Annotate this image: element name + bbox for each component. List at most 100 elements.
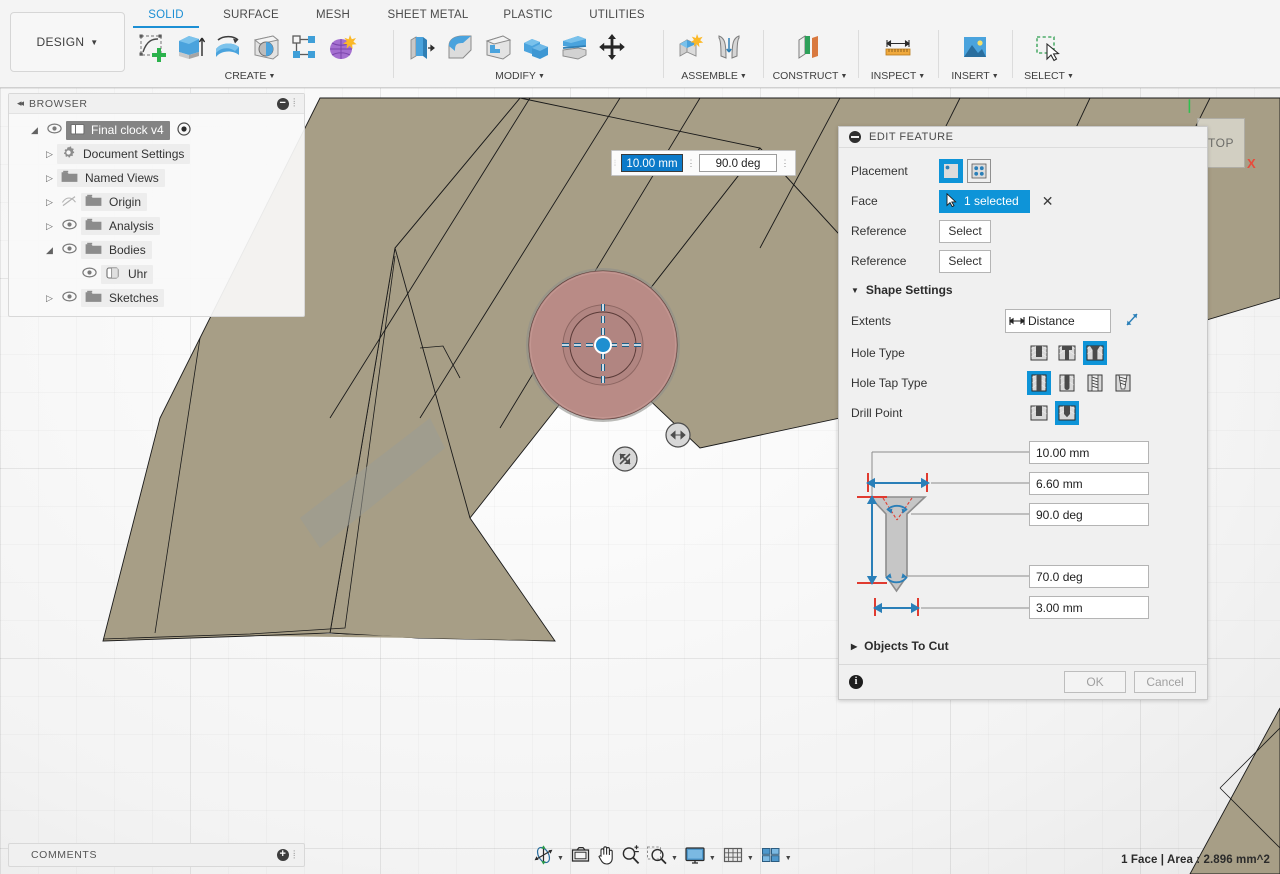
hole-counterbore-button[interactable] [1055, 341, 1079, 365]
tree-item-uhr[interactable]: Uhr [9, 262, 304, 286]
pan-button[interactable] [593, 843, 618, 867]
expander-collapsed-icon[interactable]: ▷ [42, 293, 57, 304]
canvas-dimension-inputs[interactable]: ⦙ 10.00 mm ⋮ 90.0 deg ⋮ [611, 150, 796, 176]
viewports-button[interactable] [758, 843, 784, 867]
reference-1-select-button[interactable]: Select [939, 220, 991, 243]
ok-button[interactable]: OK [1064, 671, 1126, 693]
measure-button[interactable] [879, 26, 917, 68]
drill-point-flat-button[interactable] [1027, 401, 1051, 425]
reference-2-select-button[interactable]: Select [939, 250, 991, 273]
joint-button[interactable] [710, 26, 748, 68]
visibility-eye-icon[interactable] [57, 219, 81, 233]
pattern-button[interactable] [285, 26, 323, 68]
dimension-input-depth[interactable]: 10.00 mm [1029, 441, 1149, 464]
tab-sheet-metal[interactable]: SHEET METAL [376, 6, 480, 24]
canvas-depth-input[interactable]: 10.00 mm [621, 154, 683, 172]
visibility-eye-icon[interactable] [57, 291, 81, 305]
info-icon[interactable]: i [849, 675, 863, 689]
tree-item-document-settings[interactable]: ▷ Document Settings [9, 142, 304, 166]
fillet-button[interactable] [441, 26, 479, 68]
tap-clearance-button[interactable] [1055, 371, 1079, 395]
dimension-input-countersink-diameter[interactable]: 6.60 mm [1029, 472, 1149, 495]
visibility-eye-icon[interactable] [57, 243, 81, 257]
expander-expanded-icon[interactable]: ◢ [27, 125, 42, 136]
split-face-button[interactable] [555, 26, 593, 68]
input-grip[interactable]: ⦙ [614, 158, 621, 169]
display-settings-button[interactable] [682, 843, 708, 867]
revolve-button[interactable] [209, 26, 247, 68]
move-copy-button[interactable] [593, 26, 631, 68]
face-selection-button[interactable]: 1 selected [939, 190, 1030, 213]
visibility-eye-icon[interactable] [42, 123, 66, 137]
hole-simple-button[interactable] [1027, 341, 1051, 365]
chevron-down-icon[interactable]: ▼ [557, 855, 564, 862]
hole-countersink-button[interactable] [1083, 341, 1107, 365]
tab-mesh[interactable]: MESH [306, 6, 360, 24]
tree-item-bodies[interactable]: ◢ Bodies [9, 238, 304, 262]
insert-image-button[interactable] [956, 26, 994, 68]
expander-collapsed-icon[interactable]: ▷ [42, 149, 57, 160]
placement-multiple-points-button[interactable] [967, 159, 991, 183]
flip-direction-icon[interactable] [1123, 311, 1140, 331]
extents-dropdown[interactable]: Distance [1005, 309, 1111, 333]
comments-panel[interactable]: COMMENTS + ⦙ [8, 843, 305, 867]
expander-collapsed-icon[interactable]: ▷ [42, 221, 57, 232]
grid-snaps-button[interactable] [720, 843, 746, 867]
workspace-switcher-button[interactable]: DESIGN ▼ [10, 12, 125, 72]
panel-grip[interactable]: ⦙ [293, 849, 299, 862]
tree-item-analysis[interactable]: ▷ Analysis [9, 214, 304, 238]
combine-button[interactable] [517, 26, 555, 68]
dimension-input-countersink-angle[interactable]: 90.0 deg [1029, 503, 1149, 526]
new-component-button[interactable] [672, 26, 710, 68]
tab-solid[interactable]: SOLID [140, 6, 192, 24]
tree-item-origin[interactable]: ▷ Origin [9, 190, 304, 214]
tab-surface[interactable]: SURFACE [214, 6, 288, 24]
minus-circle-icon[interactable]: − [277, 98, 289, 110]
tree-item-sketches[interactable]: ▷ Sketches [9, 286, 304, 310]
zoom-window-button[interactable] [644, 843, 670, 867]
chevron-down-icon[interactable]: ▼ [709, 855, 716, 862]
press-pull-button[interactable] [403, 26, 441, 68]
tab-utilities[interactable]: UTILITIES [578, 6, 656, 24]
dimension-input-hole-diameter[interactable]: 3.00 mm [1029, 596, 1149, 619]
zoom-button[interactable] [618, 843, 644, 867]
create-sketch-button[interactable] [133, 26, 171, 68]
expander-expanded-icon[interactable]: ◢ [42, 245, 57, 256]
offset-plane-button[interactable] [791, 26, 829, 68]
tab-plastic[interactable]: PLASTIC [495, 6, 561, 24]
visibility-eye-hidden-icon[interactable] [57, 195, 81, 210]
drill-point-angle-button[interactable] [1055, 401, 1079, 425]
vertical-dots-icon[interactable]: ⋮ [777, 159, 793, 167]
chevron-down-icon[interactable]: ▼ [671, 855, 678, 862]
expander-collapsed-icon[interactable]: ▷ [42, 197, 57, 208]
tap-simple-button[interactable] [1027, 371, 1051, 395]
chevron-down-icon[interactable]: ▼ [785, 855, 792, 862]
tree-item-final-clock-v4[interactable]: ◢ Final clock v4 [9, 118, 304, 142]
shell-button[interactable] [479, 26, 517, 68]
placement-single-point-button[interactable] [939, 159, 963, 183]
expander-collapsed-icon[interactable]: ▷ [42, 173, 57, 184]
panel-grip[interactable]: ⦙ [293, 97, 299, 110]
dimension-input-drill-point-angle[interactable]: 70.0 deg [1029, 565, 1149, 588]
tap-tapped-button[interactable] [1083, 371, 1107, 395]
cancel-button[interactable]: Cancel [1134, 671, 1196, 693]
create-form-button[interactable] [323, 26, 361, 68]
chevron-down-icon[interactable]: ▼ [747, 855, 754, 862]
look-at-button[interactable] [568, 843, 593, 867]
tap-taper-tapped-button[interactable] [1111, 371, 1135, 395]
orbit-button[interactable] [531, 843, 556, 867]
extrude-button[interactable] [171, 26, 209, 68]
select-window-button[interactable] [1030, 26, 1068, 68]
dialog-header[interactable]: EDIT FEATURE [839, 127, 1207, 148]
objects-to-cut-header[interactable]: ▶ Objects To Cut [839, 630, 1207, 664]
sweep-button[interactable] [247, 26, 285, 68]
activate-component-radio[interactable] [177, 122, 191, 139]
close-x-icon[interactable]: ✕ [1042, 194, 1054, 208]
visibility-eye-icon[interactable] [77, 267, 101, 281]
shape-settings-header[interactable]: ▼ Shape Settings [839, 276, 1207, 304]
canvas-angle-input[interactable]: 90.0 deg [699, 154, 777, 172]
minus-circle-icon[interactable] [849, 131, 861, 143]
vertical-dots-icon[interactable]: ⋮ [683, 159, 699, 167]
tree-item-named-views[interactable]: ▷ Named Views [9, 166, 304, 190]
double-left-arrow-icon[interactable]: ◂◂ [17, 98, 22, 109]
